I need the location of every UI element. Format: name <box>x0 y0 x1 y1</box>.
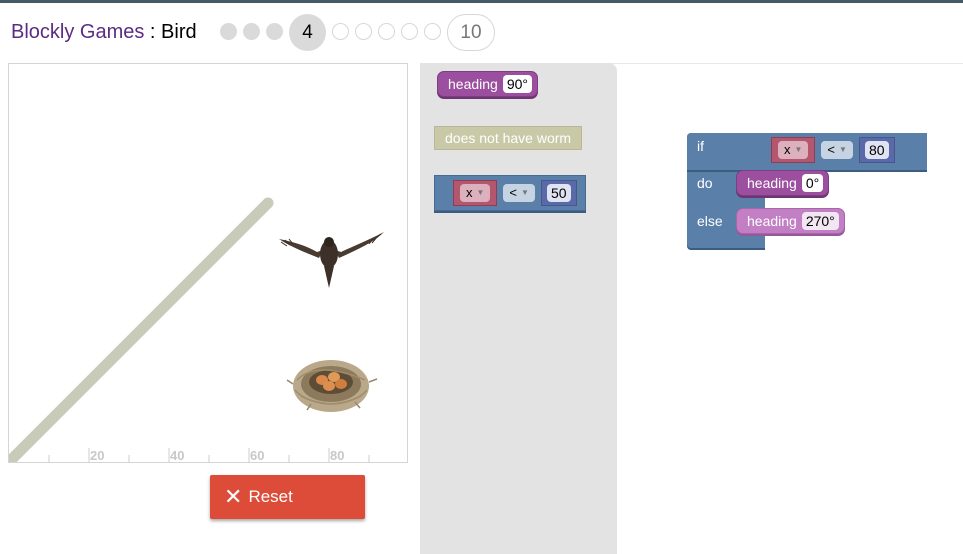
if-operator-dropdown[interactable]: < ▼ <box>821 140 853 160</box>
x-tick-80: 80 <box>330 448 344 463</box>
number-block[interactable]: 50 <box>540 180 577 206</box>
level-10-dot[interactable]: 10 <box>447 14 495 51</box>
reset-button[interactable]: ✕ Reset <box>210 475 365 519</box>
x-tick-60: 60 <box>250 448 264 463</box>
close-icon: ✕ <box>224 484 243 509</box>
level-6-dot[interactable] <box>355 23 372 40</box>
x-variable-block[interactable]: x ▼ <box>453 180 498 206</box>
level-3-dot[interactable] <box>266 23 283 40</box>
top-border <box>0 0 963 3</box>
x-dropdown[interactable]: x ▼ <box>460 183 491 203</box>
do-label: do <box>697 175 713 191</box>
else-heading-label: heading <box>747 213 797 229</box>
bird-icon <box>279 232 384 288</box>
do-heading-value-field[interactable]: 0° <box>801 174 824 192</box>
x-tick-40: 40 <box>170 448 184 463</box>
if-x-variable-block[interactable]: x ▼ <box>771 137 816 163</box>
if-number-block[interactable]: 80 <box>858 137 895 163</box>
else-heading-value-field[interactable]: 270° <box>801 212 839 230</box>
nest-with-eggs-icon <box>286 360 378 412</box>
game-visualization: 20 40 60 80 <box>8 63 408 463</box>
do-heading-label: heading <box>747 175 797 191</box>
level-5-dot[interactable] <box>332 23 349 40</box>
do-heading-block[interactable]: heading 0° <box>736 170 830 196</box>
level-4-current[interactable]: 4 <box>289 14 326 51</box>
reset-button-label: Reset <box>248 487 293 506</box>
no-worm-label: does not have worm <box>445 130 572 146</box>
level-2-dot[interactable] <box>243 23 260 40</box>
if-condition-compare[interactable]: x ▼ < ▼ 80 <box>771 137 895 163</box>
title-separator: : <box>144 21 162 43</box>
if-label: if <box>697 138 704 154</box>
x-tick-20: 20 <box>90 448 104 463</box>
level-7-dot[interactable] <box>378 23 395 40</box>
heading-value-field[interactable]: 90° <box>502 75 532 93</box>
level-8-dot[interactable] <box>401 23 418 40</box>
toolbox-heading-block[interactable]: heading 90° <box>437 71 538 97</box>
if-x-dropdown[interactable]: x ▼ <box>778 140 809 160</box>
game-name: Bird <box>161 21 197 43</box>
else-heading-block[interactable]: heading 270° <box>736 208 845 234</box>
level-9-dot[interactable] <box>424 23 441 40</box>
operator-dropdown[interactable]: < ▼ <box>503 183 535 203</box>
else-label: else <box>697 213 723 229</box>
app-name-link[interactable]: Blockly Games <box>11 21 144 43</box>
wall-line <box>9 197 274 462</box>
toolbox-no-worm-block[interactable]: does not have worm <box>434 126 583 150</box>
page-title: Blockly Games : Bird <box>11 21 197 44</box>
heading-label: heading <box>448 76 498 92</box>
toolbox-compare-block[interactable]: x ▼ < ▼ 50 <box>434 175 586 211</box>
number-field[interactable]: 50 <box>546 184 571 202</box>
if-number-field[interactable]: 80 <box>864 141 889 159</box>
level-1-dot[interactable] <box>220 23 237 40</box>
